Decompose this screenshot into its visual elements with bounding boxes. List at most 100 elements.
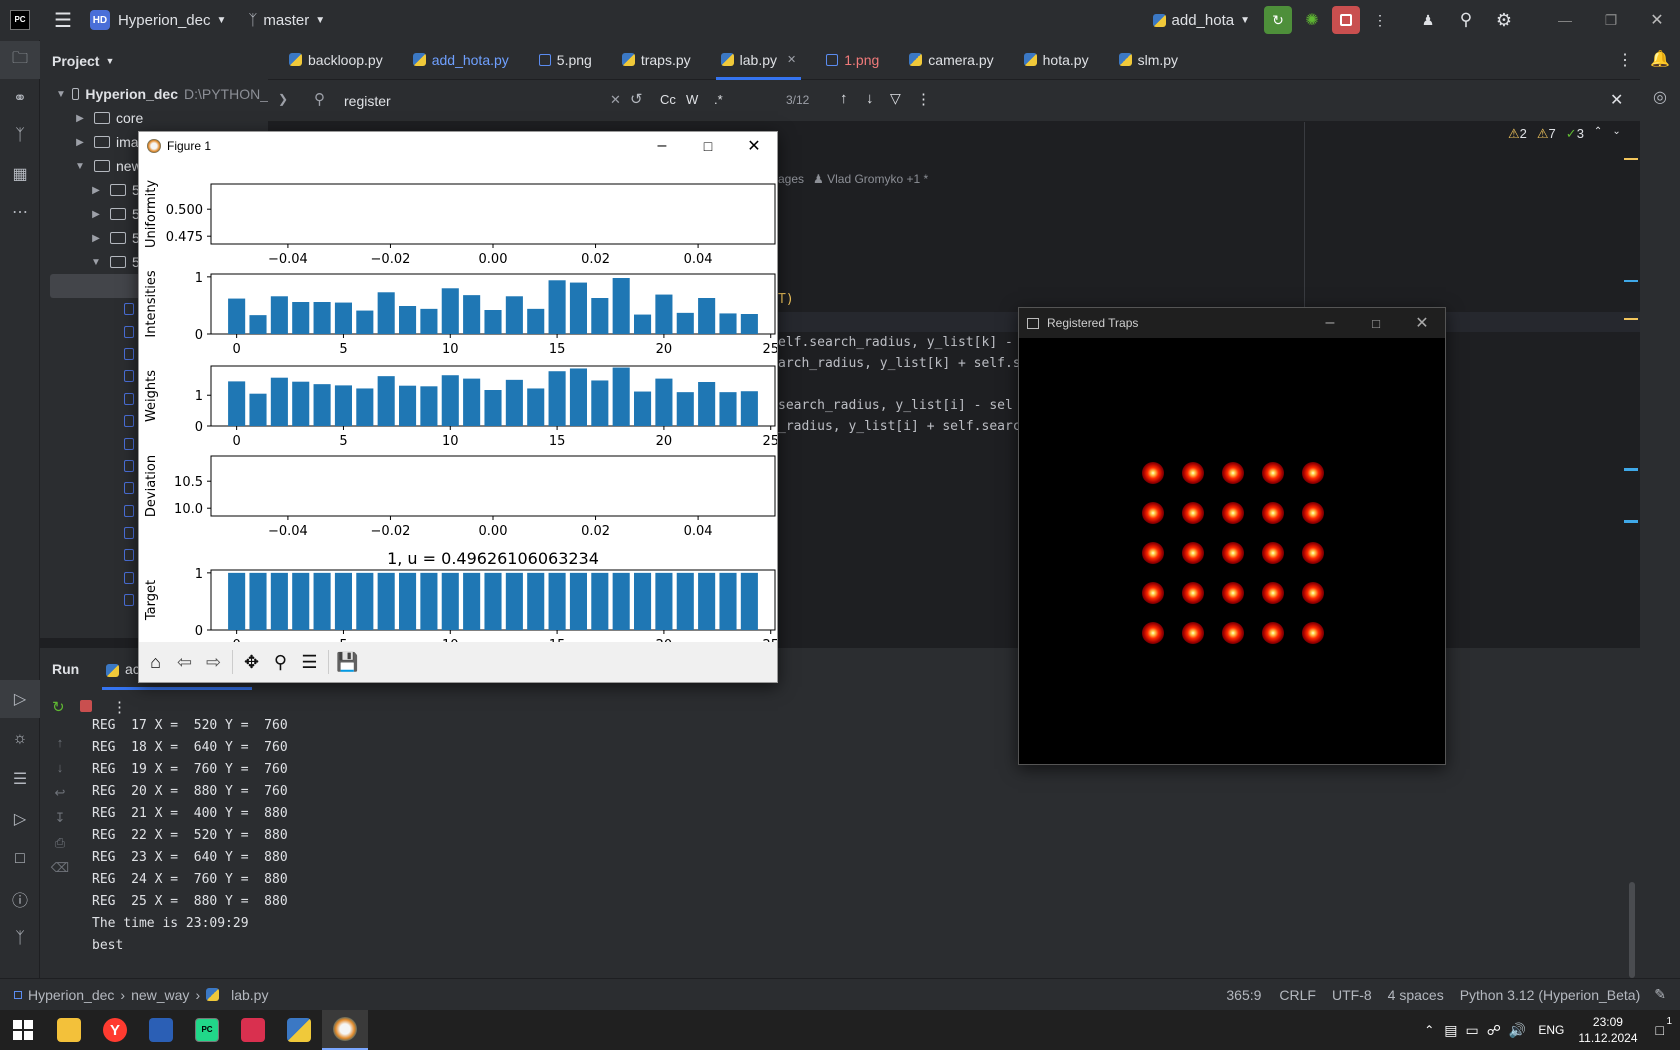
tab-5-png[interactable]: 5.png — [524, 40, 607, 80]
taskbar-app-calc[interactable] — [230, 1010, 276, 1050]
expand-caret-icon[interactable]: ▶ — [88, 185, 104, 196]
more-tools-icon[interactable]: ⋯ — [0, 193, 40, 231]
print-icon[interactable]: ⎙ — [50, 830, 70, 855]
project-panel-title[interactable]: Project — [52, 53, 99, 69]
clock[interactable]: 23:09 11.12.2024 — [1578, 1014, 1637, 1046]
scroll-down-icon[interactable]: ↓ — [50, 755, 70, 780]
expand-caret-icon[interactable]: ▼ — [72, 161, 88, 172]
close-find-icon[interactable]: ✕ — [1610, 90, 1623, 110]
indent-setting[interactable]: 4 spaces — [1388, 987, 1444, 1003]
taskbar-app-explorer[interactable] — [46, 1010, 92, 1050]
project-tool-icon[interactable]: 🗀 — [0, 41, 40, 79]
regex-toggle[interactable]: .* — [714, 92, 723, 107]
history-icon[interactable]: ↺ — [630, 90, 643, 108]
run-panel-title[interactable]: Run — [52, 661, 79, 677]
expand-caret-icon[interactable]: ▶ — [72, 113, 88, 124]
tray-app-icon[interactable]: ▤ — [1444, 1022, 1457, 1039]
add-user-icon[interactable]: ♟ — [1414, 6, 1442, 34]
usages-hint[interactable]: ages — [778, 172, 804, 186]
problems-icon[interactable]: ⓘ — [0, 880, 40, 918]
clear-icon[interactable]: ⌫ — [50, 855, 70, 880]
debug-icon[interactable]: ✺ — [1298, 6, 1326, 34]
git-icon[interactable]: ᛉ — [0, 920, 40, 958]
ai-assistant-icon[interactable]: ◎ — [1640, 78, 1680, 116]
taskbar-app-browser[interactable]: Y — [92, 1010, 138, 1050]
window-minimize-icon[interactable]: — — [1542, 6, 1588, 34]
expand-replace-icon[interactable]: ❯ — [278, 92, 288, 106]
tab-traps-py[interactable]: traps.py — [607, 40, 706, 80]
run-tool-icon[interactable]: ▷ — [0, 680, 40, 718]
inspections-widget[interactable]: ⚠2 ⚠7 ✓3 ⌃ ⌄ — [1508, 126, 1621, 142]
pan-icon[interactable]: ✥ — [237, 647, 266, 677]
find-input[interactable] — [344, 89, 604, 113]
minimize-icon[interactable]: – — [1307, 309, 1353, 337]
previous-match-icon[interactable]: ↑ — [840, 90, 848, 107]
configure-subplots-icon[interactable]: ☰ — [295, 647, 324, 677]
window-close-icon[interactable]: ✕ — [1634, 6, 1680, 34]
forward-icon[interactable]: ⇨ — [199, 647, 228, 677]
close-tab-icon[interactable]: ✕ — [787, 53, 796, 66]
tree-root[interactable]: ▼ Hyperion_dec D:\PYTHON_ — [40, 82, 268, 106]
filter-icon[interactable]: ▽ — [890, 90, 901, 107]
main-menu-icon[interactable]: ☰ — [54, 8, 72, 33]
console-scrollbar[interactable] — [1629, 882, 1635, 978]
taskbar-app-matplotlib[interactable] — [322, 1010, 368, 1050]
figure-title-bar[interactable]: Figure 1 – □ ✕ — [139, 132, 777, 160]
notification-center-icon[interactable]: □ 1 — [1656, 1016, 1672, 1038]
layers-icon[interactable]: ☰ — [0, 760, 40, 798]
rerun-icon[interactable]: ↻ — [52, 698, 65, 716]
expand-caret-icon[interactable]: ▼ — [88, 257, 104, 268]
breadcrumb-item[interactable]: new_way — [131, 987, 189, 1003]
tab-backloop-py[interactable]: backloop.py — [274, 40, 398, 80]
network-icon[interactable]: ☍ — [1487, 1022, 1501, 1039]
chevron-up-icon[interactable]: ⌃ — [1594, 126, 1602, 142]
tab-lab-py[interactable]: lab.py ✕ — [706, 40, 812, 80]
window-restore-icon[interactable]: ❐ — [1588, 6, 1634, 34]
figure-canvas[interactable]: Uniformity 0.500 0.475 −0.04 −0.02 0.00 0.02 0.… — [139, 160, 777, 642]
soft-wrap-icon[interactable]: ↩ — [50, 780, 70, 805]
home-icon[interactable]: ⌂ — [141, 647, 170, 677]
tab-hota-py[interactable]: hota.py — [1009, 40, 1104, 80]
scroll-up-icon[interactable]: ↑ — [50, 730, 70, 755]
start-button[interactable] — [0, 1010, 46, 1050]
next-match-icon[interactable]: ↓ — [866, 90, 874, 107]
taskbar-app-python[interactable] — [276, 1010, 322, 1050]
expand-caret-icon[interactable]: ▼ — [56, 89, 66, 100]
stop-icon[interactable] — [1332, 6, 1360, 34]
rerun-icon[interactable]: ↻ — [1264, 6, 1292, 34]
expand-caret-icon[interactable]: ▶ — [72, 137, 88, 148]
close-icon[interactable]: ✕ — [731, 132, 777, 160]
project-switcher[interactable]: HD Hyperion_dec ▼ — [89, 10, 226, 30]
lock-icon[interactable]: ✎ — [1654, 986, 1666, 1003]
notifications-icon[interactable]: 🔔 — [1640, 40, 1680, 78]
volume-icon[interactable]: 🔊 — [1509, 1022, 1526, 1039]
match-case-toggle[interactable]: Cc — [660, 92, 676, 107]
save-icon[interactable]: 💾 — [333, 647, 362, 677]
taskbar-app-word[interactable] — [138, 1010, 184, 1050]
search-icon[interactable]: ⚲ — [1452, 6, 1480, 34]
tab-slm-py[interactable]: slm.py — [1104, 40, 1193, 80]
terminal-icon[interactable]: □ — [0, 840, 40, 878]
zoom-icon[interactable]: ⚲ — [266, 647, 295, 677]
pull-requests-icon[interactable]: ᛉ — [0, 117, 40, 155]
structure-icon[interactable]: ▦ — [0, 155, 40, 193]
file-encoding[interactable]: UTF-8 — [1332, 987, 1372, 1003]
breadcrumb-item[interactable]: lab.py — [231, 987, 268, 1003]
traps-title-bar[interactable]: Registered Traps – □ ✕ — [1019, 308, 1445, 338]
tray-expand-icon[interactable]: ⌃ — [1424, 1023, 1434, 1037]
expand-caret-icon[interactable]: ▶ — [88, 209, 104, 220]
tab-add_hota-py[interactable]: add_hota.py — [398, 40, 524, 80]
run-tab[interactable]: ac — [106, 661, 140, 677]
python-packages-icon[interactable]: ☼ — [0, 720, 40, 758]
settings-gear-icon[interactable]: ⚙ — [1490, 6, 1518, 34]
chevron-down-icon[interactable]: ⌄ — [1612, 126, 1620, 142]
breadcrumb-item[interactable]: Hyperion_dec — [28, 987, 114, 1003]
language-indicator[interactable]: ENG — [1538, 1023, 1564, 1037]
expand-caret-icon[interactable]: ▶ — [88, 233, 104, 244]
minimize-icon[interactable]: – — [639, 132, 685, 160]
tab-1-png[interactable]: 1.png — [811, 40, 894, 80]
whole-word-toggle[interactable]: W — [686, 92, 698, 107]
find-more-icon[interactable]: ⋮ — [916, 90, 931, 108]
clear-search-icon[interactable]: ✕ — [610, 92, 621, 108]
line-separator[interactable]: CRLF — [1279, 987, 1316, 1003]
